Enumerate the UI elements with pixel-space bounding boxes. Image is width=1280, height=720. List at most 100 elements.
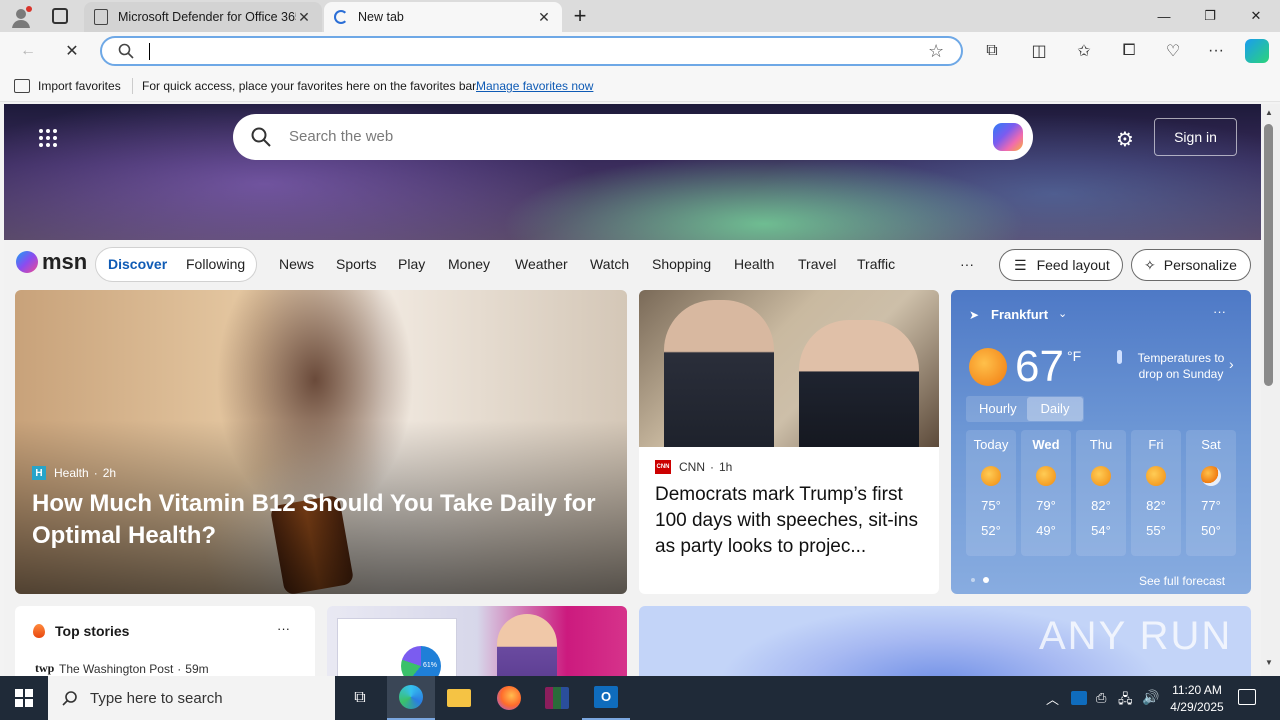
copilot-icon[interactable] <box>1245 39 1269 63</box>
carousel-dot-active[interactable] <box>971 578 975 582</box>
nav-health[interactable]: Health <box>734 256 774 272</box>
new-tab-page: Search the web ⚙ Sign in msn Discover Fo… <box>4 104 1261 676</box>
cnn-story-title[interactable]: Democrats mark Trump’s first 100 days wi… <box>655 482 927 560</box>
nav-news[interactable]: News <box>279 256 314 272</box>
scrollbar-thumb[interactable] <box>1264 124 1273 386</box>
close-window-button[interactable]: ✕ <box>1233 0 1279 32</box>
nav-travel[interactable]: Travel <box>798 256 836 272</box>
clock-date[interactable]: 4/29/2025 <box>1164 700 1230 714</box>
nav-traffic[interactable]: Traffic <box>857 256 895 272</box>
notifications-icon[interactable] <box>1238 689 1256 705</box>
brain-story-card[interactable]: ANY RUN <box>639 606 1251 676</box>
back-icon[interactable]: ← <box>17 40 39 62</box>
mode-hourly[interactable]: Hourly <box>979 401 1017 416</box>
hero-background: Search the web ⚙ Sign in <box>4 104 1261 240</box>
nav-more-button[interactable]: ··· <box>960 256 974 272</box>
taskbar-search-box[interactable]: Type here to search <box>48 676 335 720</box>
scroll-up-arrow[interactable]: ▲ <box>1265 108 1273 117</box>
personalize-button[interactable]: ✧ Personalize <box>1131 249 1251 281</box>
nav-play[interactable]: Play <box>398 256 425 272</box>
edge-taskbar-icon[interactable] <box>387 676 435 720</box>
sunny-icon <box>1036 466 1056 486</box>
split-screen-icon[interactable]: ◫ <box>1028 40 1050 62</box>
nav-money[interactable]: Money <box>448 256 490 272</box>
nav-sports[interactable]: Sports <box>336 256 376 272</box>
weather-more-button[interactable]: ··· <box>1213 304 1226 319</box>
outlook-icon[interactable]: O <box>582 676 630 720</box>
settings-more-icon[interactable]: ··· <box>1205 40 1227 62</box>
tray-app-icon[interactable]: ⎙ <box>1096 690 1106 706</box>
minimize-button[interactable]: — <box>1141 0 1187 32</box>
collections-icon[interactable]: ⧠ <box>1118 40 1140 62</box>
weather-card[interactable]: ➤ Frankfurt ⌄ ··· 67 °F Temperatures to … <box>951 290 1251 594</box>
forecast-low: 50° <box>1201 523 1221 538</box>
file-explorer-icon[interactable] <box>435 676 483 720</box>
sunny-icon <box>969 348 1007 386</box>
forecast-day[interactable]: Fri 82° 55° <box>1131 430 1181 556</box>
tab-new-tab[interactable]: New tab ✕ <box>324 2 562 32</box>
tab-actions-icon[interactable] <box>52 8 68 24</box>
address-bar[interactable]: ☆ <box>100 36 963 66</box>
browser-essentials-icon[interactable]: ♡ <box>1162 40 1184 62</box>
settings-gear-icon[interactable]: ⚙ <box>1116 127 1134 152</box>
top-stories-more-button[interactable]: ··· <box>277 621 290 636</box>
current-temp: 67 <box>1015 342 1064 391</box>
forecast-day-name: Fri <box>1148 437 1164 452</box>
tab-defender[interactable]: Microsoft Defender for Office 365 ✕ <box>84 2 322 32</box>
temp-unit[interactable]: °F <box>1067 348 1081 364</box>
forecast-day[interactable]: Sat 77° 50° <box>1186 430 1236 556</box>
close-tab-icon[interactable]: ✕ <box>536 9 552 26</box>
app-launcher-icon[interactable] <box>38 128 58 148</box>
winrar-icon[interactable] <box>533 676 581 720</box>
story-source-row[interactable]: The Washington Post · 59m <box>59 662 209 676</box>
stop-loading-icon[interactable]: ✕ <box>61 40 83 62</box>
lead-story-card[interactable]: H Health · 2h How Much Vitamin B12 Shoul… <box>15 290 627 594</box>
promo-card[interactable]: 61% <box>327 606 627 676</box>
msn-logo[interactable]: msn <box>16 249 87 275</box>
forecast-day[interactable]: Thu 82° 54° <box>1076 430 1126 556</box>
new-tab-button[interactable]: + <box>568 3 592 29</box>
extensions-icon[interactable]: ⧉ <box>981 40 1003 62</box>
restore-button[interactable]: ❐ <box>1187 0 1233 32</box>
chevron-down-icon[interactable]: ⌄ <box>1058 307 1067 320</box>
start-button[interactable] <box>0 676 48 720</box>
favorites-icon[interactable]: ✩ <box>1073 40 1095 62</box>
cnn-story-card[interactable]: CNN CNN · 1h Democrats mark Trump’s firs… <box>639 290 939 594</box>
weather-alert[interactable]: Temperatures to drop on Sunday <box>1131 350 1231 382</box>
see-full-forecast-link[interactable]: See full forecast <box>1139 574 1225 588</box>
tray-chevron-icon[interactable]: ︿ <box>1046 689 1059 708</box>
web-search-box[interactable]: Search the web <box>233 114 1033 160</box>
feed-layout-button[interactable]: ☰ Feed layout <box>999 249 1123 281</box>
clock-time[interactable]: 11:20 AM <box>1168 683 1226 697</box>
tab-following[interactable]: Following <box>186 256 245 272</box>
forecast-day[interactable]: Wed 79° 49° <box>1021 430 1071 556</box>
firefox-icon[interactable] <box>485 676 533 720</box>
nav-shopping[interactable]: Shopping <box>652 256 711 272</box>
carousel-dot[interactable] <box>983 577 989 583</box>
task-view-icon[interactable]: ⧉ <box>336 676 384 720</box>
mode-daily[interactable]: Daily <box>1027 397 1083 421</box>
import-favorites-button[interactable]: Import favorites <box>38 79 121 93</box>
profile-icon[interactable] <box>10 6 32 28</box>
star-icon[interactable]: ☆ <box>928 41 944 62</box>
firefox-logo <box>497 686 521 710</box>
forecast-high: 82° <box>1146 498 1166 513</box>
cnn-logo: CNN <box>655 460 671 474</box>
close-tab-icon[interactable]: ✕ <box>296 9 312 26</box>
lead-story-title[interactable]: How Much Vitamin B12 Should You Take Dai… <box>32 488 612 552</box>
nav-watch[interactable]: Watch <box>590 256 629 272</box>
tray-outlook-icon[interactable] <box>1071 691 1087 705</box>
scroll-down-arrow[interactable]: ▼ <box>1265 658 1273 667</box>
sign-in-button[interactable]: Sign in <box>1154 118 1237 156</box>
story-separator: · <box>177 662 182 676</box>
story-source-row: H Health · 2h <box>32 466 116 480</box>
weather-location[interactable]: Frankfurt <box>991 307 1048 322</box>
nav-weather[interactable]: Weather <box>515 256 568 272</box>
copilot-icon[interactable] <box>993 123 1023 151</box>
network-icon[interactable]: 🖧 <box>1118 690 1133 712</box>
manage-favorites-link[interactable]: Manage favorites now <box>476 79 593 93</box>
forecast-day[interactable]: Today 75° 52° <box>966 430 1016 556</box>
volume-icon[interactable]: 🔊 <box>1142 689 1159 706</box>
tab-discover[interactable]: Discover <box>108 256 167 272</box>
chevron-right-icon[interactable]: › <box>1229 356 1234 372</box>
